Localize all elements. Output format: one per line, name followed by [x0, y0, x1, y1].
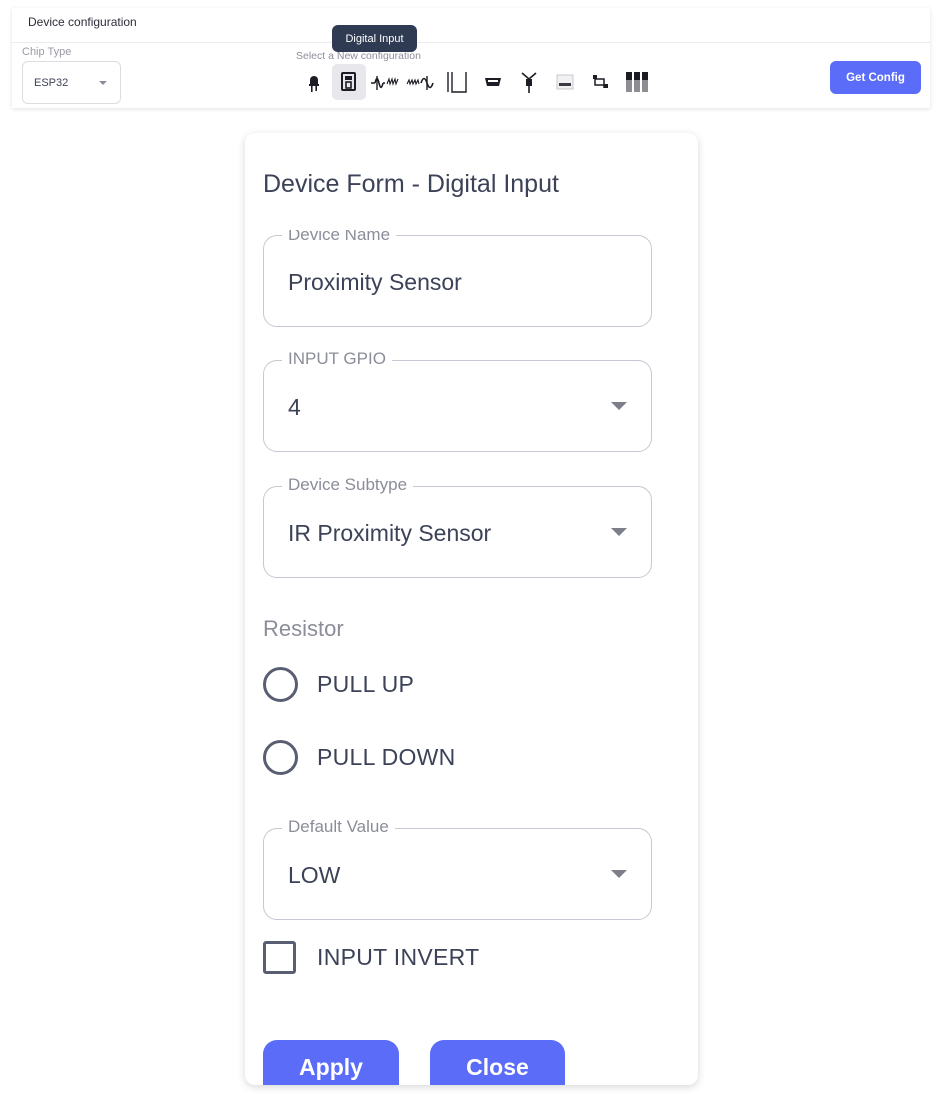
- chip-type-value: ESP32: [34, 77, 69, 89]
- digital-input-icon[interactable]: [332, 64, 366, 100]
- close-button[interactable]: Close: [430, 1040, 565, 1085]
- antenna-icon[interactable]: [512, 64, 546, 100]
- input-invert-option[interactable]: INPUT INVERT: [263, 941, 480, 974]
- input-gpio-value: 4: [288, 394, 301, 420]
- device-subtype-label: Device Subtype: [282, 475, 414, 495]
- pull-down-radio[interactable]: [263, 740, 298, 775]
- digital-input-tooltip: Digital Input: [332, 25, 417, 52]
- divider: [12, 42, 930, 43]
- device-form-card: Device Form - Digital Input Device Name …: [245, 133, 698, 1085]
- resistor-label: Resistor: [263, 616, 344, 641]
- input-gpio-label: INPUT GPIO: [282, 349, 392, 369]
- get-config-button[interactable]: Get Config: [830, 61, 921, 94]
- led-icon[interactable]: [297, 64, 331, 100]
- chevron-down-icon: [99, 81, 107, 85]
- device-subtype-value: IR Proximity Sensor: [288, 520, 492, 546]
- pull-up-radio[interactable]: [263, 667, 298, 702]
- chevron-down-icon[interactable]: [611, 402, 627, 410]
- device-name-field[interactable]: Device Name Proximity Sensor: [263, 230, 652, 327]
- default-value-select[interactable]: Default Value LOW: [263, 817, 652, 920]
- chevron-down-icon[interactable]: [611, 870, 627, 878]
- pull-down-option[interactable]: PULL DOWN: [263, 740, 456, 775]
- relay-icon[interactable]: [440, 64, 474, 100]
- transistors-icon[interactable]: [620, 64, 654, 100]
- i2c-icon[interactable]: [584, 64, 618, 100]
- device-subtype-select[interactable]: Device Subtype IR Proximity Sensor: [263, 475, 652, 578]
- chip-type-label: Chip Type: [22, 46, 72, 58]
- pull-up-option[interactable]: PULL UP: [263, 667, 414, 702]
- device-name-label: Device Name: [282, 230, 397, 242]
- apply-button[interactable]: Apply: [263, 1040, 399, 1085]
- chevron-down-icon[interactable]: [611, 528, 627, 536]
- panel-title: Device configuration: [28, 15, 137, 29]
- pull-down-label: PULL DOWN: [317, 744, 456, 770]
- device-name-value[interactable]: Proximity Sensor: [288, 269, 462, 296]
- analog-input-icon[interactable]: [404, 64, 438, 100]
- device-configuration-bar: Device configuration Chip Type ESP32 Sel…: [12, 8, 930, 108]
- pull-up-label: PULL UP: [317, 671, 415, 697]
- input-invert-checkbox[interactable]: [263, 941, 296, 974]
- bus-icon[interactable]: [548, 64, 582, 100]
- form-title: Device Form - Digital Input: [263, 170, 559, 198]
- pwm-icon[interactable]: [368, 64, 402, 100]
- chip-type-select[interactable]: ESP32: [22, 61, 121, 104]
- input-gpio-select[interactable]: INPUT GPIO 4: [263, 349, 652, 452]
- input-invert-label: INPUT INVERT: [317, 944, 480, 970]
- default-value-value: LOW: [288, 862, 341, 888]
- serial-port-icon[interactable]: [476, 64, 510, 100]
- default-value-label: Default Value: [282, 817, 395, 837]
